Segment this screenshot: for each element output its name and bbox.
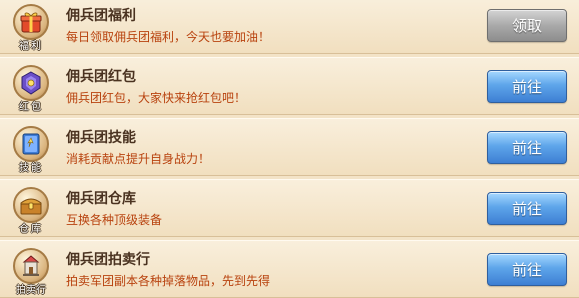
treasure-chest-icon [13, 187, 49, 223]
item-title: 佣兵团拍卖行 [66, 252, 150, 268]
list-item-warehouse: 仓库 佣兵团仓库 互换各种顶级装备 前往 [0, 179, 579, 237]
item-title: 佣兵团仓库 [66, 191, 136, 207]
auction-house-icon [13, 248, 49, 284]
list-item-red-envelope: 红包 佣兵团红包 佣兵团红包，大家快来抢红包吧！ 前往 [0, 57, 579, 115]
warehouse-icon-wrap: 仓库 [11, 187, 51, 235]
list-item-welfare: 福利 佣兵团福利 每日领取佣兵团福利，今天也要加油！ 领取 [0, 0, 579, 54]
icon-label: 仓库 [19, 224, 43, 235]
go-button[interactable]: 前往 [487, 131, 567, 164]
item-title: 佣兵团福利 [66, 8, 136, 24]
icon-label: 福利 [19, 41, 43, 52]
item-description: 佣兵团红包，大家快来抢红包吧！ [66, 91, 247, 105]
gift-icon [13, 4, 49, 40]
item-description: 拍卖军团副本各种掉落物品，先到先得 [66, 274, 271, 288]
go-button[interactable]: 前往 [487, 70, 567, 103]
claim-button[interactable]: 领取 [487, 9, 567, 42]
go-button[interactable]: 前往 [487, 253, 567, 286]
list-item-skill: 技能 佣兵团技能 消耗贡献点提升自身战力！ 前往 [0, 118, 579, 176]
item-title: 佣兵团技能 [66, 130, 136, 146]
icon-label: 技能 [19, 163, 43, 174]
go-button[interactable]: 前往 [487, 192, 567, 225]
red-envelope-icon-wrap: 红包 [11, 65, 51, 113]
icon-label: 拍卖行 [16, 285, 46, 296]
item-title: 佣兵团红包 [66, 69, 136, 85]
welfare-icon-wrap: 福利 [11, 4, 51, 52]
skill-icon-wrap: 技能 [11, 126, 51, 174]
list-item-auction: 拍卖行 佣兵团拍卖行 拍卖军团副本各种掉落物品，先到先得 前往 [0, 240, 579, 298]
icon-label: 红包 [19, 102, 43, 113]
item-description: 消耗贡献点提升自身战力！ [66, 152, 211, 166]
item-description: 每日领取佣兵团福利，今天也要加油！ [66, 30, 271, 44]
item-description: 互换各种顶级装备 [66, 213, 163, 227]
skill-book-icon [13, 126, 49, 162]
auction-icon-wrap: 拍卖行 [11, 248, 51, 296]
red-envelope-icon [13, 65, 49, 101]
